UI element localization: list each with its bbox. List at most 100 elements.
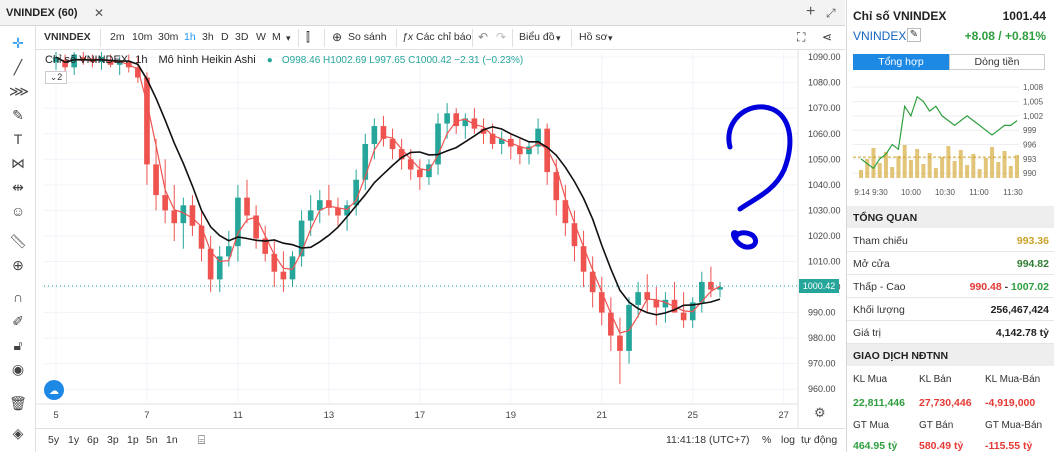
candle-body	[362, 143, 369, 180]
overview-value: 256,467,424	[990, 304, 1049, 316]
range-1p[interactable]: 1p	[127, 434, 139, 446]
foreign-header-net-val: GT Mua-Bán	[985, 420, 1043, 431]
foreign-header-sell-val: GT Bán	[919, 420, 954, 431]
text-icon[interactable]: T	[9, 130, 27, 148]
tab-overview[interactable]: Tổng hợp	[853, 54, 949, 70]
lock-icon[interactable]: 🔓︎	[9, 336, 27, 354]
auto-toggle[interactable]: tự động	[801, 434, 837, 446]
x-tick-label: 7	[144, 410, 149, 421]
interval-w[interactable]: W	[256, 31, 266, 43]
candle-body	[153, 164, 159, 196]
redo-icon[interactable]: ↷	[496, 30, 506, 44]
mini-x-tick: 9:14 9:30	[854, 188, 888, 197]
trendline-icon[interactable]: ╱	[9, 58, 27, 76]
compare-button[interactable]: So sánh	[348, 31, 387, 43]
chart-type-dropdown[interactable]: Biểu đồ	[519, 31, 555, 43]
log-toggle[interactable]: log	[781, 434, 795, 446]
trash-icon[interactable]: 🗑︎	[9, 394, 27, 412]
interval-3d[interactable]: 3D	[235, 31, 248, 43]
emoji-icon[interactable]: ☺	[9, 202, 27, 220]
interval-3h[interactable]: 3h	[202, 31, 214, 43]
legend-collapse-button[interactable]: ⌄2	[45, 71, 67, 84]
cloud-icon[interactable]: ☁	[44, 380, 64, 400]
y-tick-label: 960.00	[808, 384, 836, 394]
profile-dropdown[interactable]: Hồ sơ	[579, 31, 607, 43]
add-icon[interactable]: +	[806, 4, 815, 20]
mini-volume-bar	[1015, 155, 1019, 178]
mini-volume-bar	[902, 145, 907, 178]
interval-10m[interactable]: 10m	[132, 31, 152, 43]
foreign-buy-vol: 22,811,446	[853, 397, 905, 409]
candle-body	[417, 169, 423, 178]
mini-volume-bar	[921, 164, 926, 178]
chart-canvas[interactable]: 1090.00 1080.00 1070.00 1060.00 1050.00 1040.…	[36, 50, 887, 428]
range-5n[interactable]: 5n	[146, 434, 158, 446]
mini-x-tick: 11:00	[969, 188, 989, 197]
eye-icon[interactable]: ◉	[9, 360, 27, 378]
foreign-buy-val: 464.95 tỷ	[853, 440, 898, 452]
interval-1h[interactable]: 1h	[184, 31, 196, 43]
bar-style-icon[interactable]: ⫿	[306, 30, 310, 45]
pattern-icon[interactable]: ⋈	[9, 154, 27, 172]
y-tick-label: 1070.00	[808, 103, 841, 113]
mini-x-tick: 10:30	[935, 188, 956, 197]
close-icon[interactable]: ✕	[94, 6, 104, 20]
foreign-trading-heading: GIAO DỊCH NĐTNN	[847, 344, 1054, 366]
price-chart[interactable]: 1090.00 1080.00 1070.00 1060.00 1050.00 1040.…	[36, 50, 887, 428]
fullscreen-icon[interactable]: ⛶	[797, 30, 805, 45]
sidebar-change: +8.08 / +0.81%	[964, 29, 1046, 43]
range-6p[interactable]: 6p	[87, 434, 99, 446]
intraday-mini-chart: 1,008 1,005 1,002 999 996 993 990 9:14 9:30 10:0…	[853, 83, 1044, 197]
mini-y-tick: 1,002	[1023, 112, 1044, 121]
brush-icon[interactable]: ✎	[9, 106, 27, 124]
range-1n[interactable]: 1n	[166, 434, 178, 446]
settings-gear-icon[interactable]: ⚙	[814, 405, 826, 421]
edit-icon[interactable]: ✎	[907, 28, 921, 42]
range-1y[interactable]: 1y	[68, 434, 79, 446]
symbol-search[interactable]: VNINDEX	[44, 31, 91, 43]
x-tick-label: 25	[687, 410, 698, 421]
foreign-net-vol: -4,919,000	[985, 397, 1036, 409]
expand-icon[interactable]: ⤢	[826, 6, 836, 20]
legend-interval: 1h	[135, 54, 148, 66]
zoom-icon[interactable]: ⊕	[9, 256, 27, 274]
chart-toolbar: VNINDEX 2m 10m 30m 1h 3h D 3D W M ▾ ⫿ ⊕ …	[36, 26, 845, 50]
interval-dropdown-icon[interactable]: ▾	[286, 33, 291, 44]
indicators-button[interactable]: Các chỉ báo	[416, 31, 471, 43]
measure-icon[interactable]: ⇹	[9, 178, 27, 196]
layers-icon[interactable]: ◈	[9, 424, 27, 442]
sidebar-symbol[interactable]: VNINDEX	[853, 29, 906, 43]
mini-volume-bar	[871, 148, 876, 178]
tab-money-flow[interactable]: Dòng tiền	[949, 54, 1045, 70]
candle-body	[680, 312, 687, 321]
interval-30m[interactable]: 30m	[158, 31, 178, 43]
undo-icon[interactable]: ↶	[478, 30, 488, 44]
range-3p[interactable]: 3p	[107, 434, 119, 446]
overview-row: Giá trị 4,142.78 tỷ	[847, 322, 1054, 344]
crosshair-icon[interactable]: ✛	[9, 34, 27, 52]
y-tick-label: 1080.00	[808, 78, 841, 88]
candle-body	[553, 172, 560, 201]
magnet-icon[interactable]: ∩	[9, 288, 27, 306]
lock-drawing-icon[interactable]: ✐	[9, 312, 27, 330]
mini-volume-bar	[865, 159, 870, 178]
clock-time: 11:41:18 (UTC+7)	[666, 434, 750, 446]
ruler-icon[interactable]: 📏︎	[9, 232, 27, 250]
range-5y[interactable]: 5y	[48, 434, 59, 446]
interval-d[interactable]: D	[221, 31, 229, 43]
mini-volume-bar	[965, 165, 970, 178]
mini-y-tick: 993	[1023, 155, 1037, 164]
foreign-sell-vol: 27,730,446	[919, 397, 972, 409]
calendar-icon[interactable]: ⌸	[198, 433, 205, 448]
indicators-icon[interactable]: ƒx	[402, 31, 413, 43]
percent-toggle[interactable]: %	[762, 434, 771, 446]
candle-body	[580, 246, 587, 272]
compare-icon[interactable]: ⊕	[332, 30, 342, 44]
share-icon[interactable]: ⋖	[822, 30, 832, 44]
fib-icon[interactable]: ⋙	[9, 82, 29, 100]
interval-2m[interactable]: 2m	[110, 31, 125, 43]
interval-m[interactable]: M	[272, 31, 281, 43]
y-tick-label: 970.00	[808, 359, 836, 369]
window-bar: VNINDEX (60) ✕ + ⤢	[0, 0, 845, 26]
sidebar-title: Chỉ số VNINDEX	[853, 9, 947, 23]
